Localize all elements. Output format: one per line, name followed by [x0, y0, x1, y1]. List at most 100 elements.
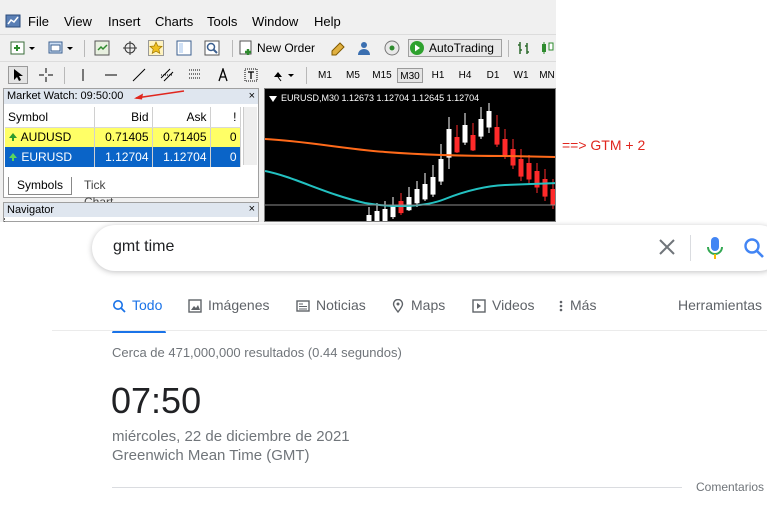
timeframe-m30[interactable]: M30 [397, 68, 423, 83]
search-icon[interactable] [743, 237, 765, 259]
market-watch-row-eurusd[interactable]: EURUSD 1.12704 1.12704 0 [5, 147, 241, 167]
search-input[interactable]: gmt time [113, 238, 174, 256]
chart-dropdown-icon[interactable] [269, 96, 277, 102]
tab-news[interactable]: Noticias [296, 297, 366, 333]
timeframe-w1[interactable]: W1 [510, 68, 532, 83]
timeframe-m15[interactable]: M15 [369, 68, 395, 83]
tab-tick-chart[interactable]: Tick Chart [76, 177, 121, 209]
standard-toolbar: New Order AutoTrading [0, 34, 556, 60]
arrows-icon [274, 72, 294, 82]
candle-body [494, 127, 500, 145]
tab-maps[interactable]: Maps [391, 297, 445, 333]
candlestick-button[interactable] [538, 39, 556, 57]
chart-symbol-label: EURUSD,M30 1.12673 1.12704 1.12645 1.127… [281, 93, 480, 103]
timeframe-h1[interactable]: H1 [427, 68, 449, 83]
column-symbol[interactable]: Symbol [5, 107, 95, 128]
profiles-button[interactable] [46, 39, 76, 57]
market-watch-close-icon[interactable]: × [249, 90, 255, 102]
map-pin-icon [392, 299, 404, 313]
column-ask[interactable]: Ask [152, 107, 211, 128]
tab-videos[interactable]: Videos [472, 297, 535, 333]
microphone-icon[interactable] [704, 236, 726, 260]
new-order-button[interactable]: New Order [238, 39, 322, 57]
autotrading-label: AutoTrading [429, 41, 494, 55]
chat-button[interactable] [354, 39, 374, 57]
tools-button[interactable]: Herramientas [678, 297, 762, 333]
menu-help[interactable]: Help [314, 14, 341, 29]
timeframe-m5[interactable]: M5 [342, 68, 364, 83]
menu-file[interactable]: File [28, 14, 49, 29]
feedback-divider [112, 487, 682, 488]
gmt-time: 07:50 [111, 380, 202, 421]
terminal-icon [176, 40, 192, 56]
meta-editor-button[interactable] [328, 39, 348, 57]
new-chart-button[interactable] [8, 39, 38, 57]
market-watch-button[interactable] [92, 39, 112, 57]
price-chart[interactable]: EURUSD,M30 1.12673 1.12704 1.12645 1.127… [264, 88, 556, 222]
tab-more[interactable]: Más [558, 297, 596, 333]
channel-button[interactable] [158, 66, 176, 84]
column-spread[interactable]: ! [210, 107, 241, 128]
tab-all-label: Todo [132, 297, 163, 313]
terminal-button[interactable] [174, 39, 194, 57]
data-window-button[interactable] [120, 39, 140, 57]
candle-body [526, 163, 532, 180]
text-label-button[interactable] [242, 66, 260, 84]
candle-body [366, 215, 372, 221]
market-watch-row-audusd[interactable]: AUDUSD 0.71405 0.71405 0 [5, 127, 241, 147]
mt4-app-icon[interactable] [5, 13, 21, 29]
tab-all[interactable]: Todo [112, 297, 166, 333]
menu-tools[interactable]: Tools [207, 14, 237, 29]
timeframe-mn[interactable]: MN [536, 68, 556, 83]
up-arrow-icon [9, 133, 17, 142]
menu-window[interactable]: Window [252, 14, 298, 29]
tab-symbols[interactable]: Symbols [8, 177, 73, 195]
vertical-line-button[interactable] [74, 66, 92, 84]
autotrading-play-icon [410, 41, 424, 55]
news-icon [296, 300, 310, 312]
search-tabs: Todo Imágenes Noticias Maps Videos Más H… [0, 297, 767, 333]
search-divider [690, 235, 691, 261]
candle-body [454, 137, 460, 153]
trendline-button[interactable] [130, 66, 148, 84]
timeframe-h4[interactable]: H4 [454, 68, 476, 83]
vertical-line-icon [82, 69, 84, 81]
arrows-button[interactable] [270, 66, 298, 84]
profiles-icon [48, 41, 73, 54]
feedback-link[interactable]: Comentarios [696, 480, 764, 494]
market-watch-panel: Market Watch: 09:50:00 × Symbol Bid Ask … [3, 88, 259, 209]
menu-bar: File View Insert Charts Tools Window Hel… [0, 12, 556, 32]
bar-chart-button[interactable] [514, 39, 534, 57]
autotrading-button[interactable]: AutoTrading [408, 39, 502, 57]
new-order-icon [239, 40, 252, 55]
navigator-close-icon[interactable]: × [249, 203, 255, 215]
market-watch-scrollbar[interactable] [243, 107, 257, 165]
market-watch-title: Market Watch: 09:50:00 [4, 89, 258, 104]
timeframe-d1[interactable]: D1 [482, 68, 504, 83]
bid-cell: 1.12704 [94, 147, 153, 167]
trendline-icon [132, 68, 146, 82]
cursor-button[interactable] [8, 66, 28, 84]
candle-body [534, 171, 540, 188]
tab-images[interactable]: Imágenes [188, 297, 269, 333]
menu-view[interactable]: View [64, 14, 92, 29]
menu-charts[interactable]: Charts [155, 14, 193, 29]
crosshair-button[interactable] [36, 66, 56, 84]
spread-cell: 0 [210, 127, 241, 147]
search-box[interactable]: gmt time [92, 225, 767, 271]
clear-icon[interactable] [657, 237, 677, 257]
candle-body [374, 211, 380, 221]
bar-chart-icon [518, 42, 529, 54]
signals-button[interactable] [382, 39, 402, 57]
fibonacci-button[interactable] [186, 66, 204, 84]
ask-cell: 1.12704 [152, 147, 211, 167]
navigator-button[interactable] [146, 39, 166, 57]
timeframe-m1[interactable]: M1 [314, 68, 336, 83]
tab-videos-label: Videos [492, 297, 535, 313]
horizontal-line-button[interactable] [102, 66, 120, 84]
image-icon [188, 299, 202, 313]
menu-insert[interactable]: Insert [108, 14, 141, 29]
strategy-tester-button[interactable] [202, 39, 222, 57]
column-bid[interactable]: Bid [94, 107, 153, 128]
text-button[interactable] [214, 66, 232, 84]
